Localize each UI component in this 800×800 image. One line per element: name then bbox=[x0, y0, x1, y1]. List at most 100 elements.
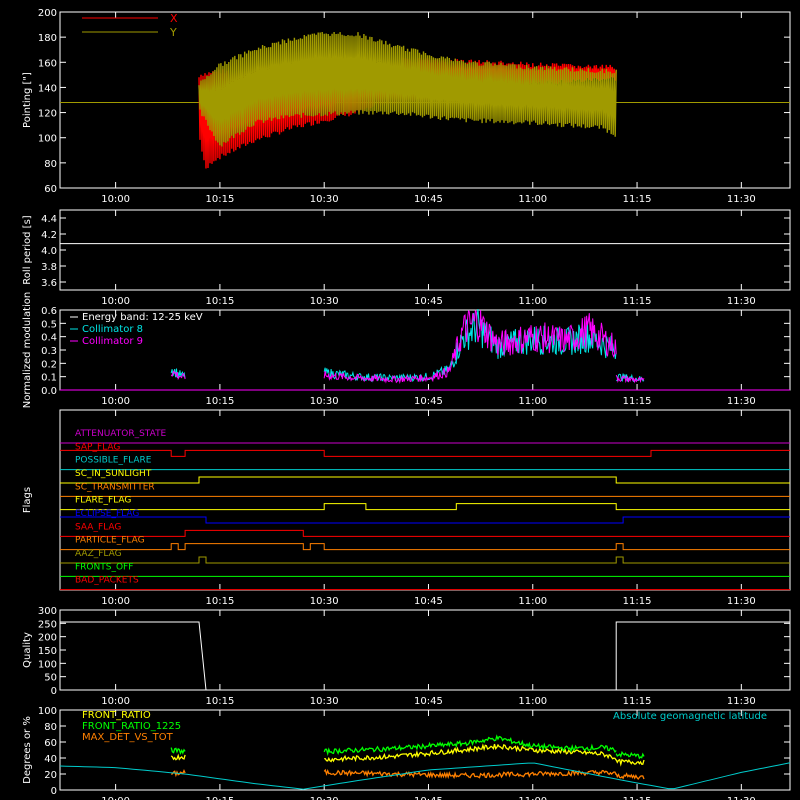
y-tick-label: 0.3 bbox=[41, 346, 57, 357]
flag-trace-sc-in-sunlight bbox=[60, 476, 790, 484]
flag-label-sc-in-sunlight: SC_IN_SUNLIGHT bbox=[75, 469, 152, 479]
y-tick-label: 0 bbox=[51, 686, 57, 697]
panel-flags: 10:00 10:15 10:30 10:45 11:00 11:15 11:30 Flags… bbox=[22, 409, 791, 607]
y-axis-label: Degrees or % bbox=[22, 716, 33, 784]
x-tick-label: 11:15 bbox=[623, 796, 652, 800]
x-tick-label: 10:00 bbox=[101, 194, 130, 205]
x-tick-label: 11:00 bbox=[518, 296, 547, 307]
y-tick-label: 20 bbox=[44, 770, 57, 781]
y-tick-label: 300 bbox=[38, 606, 57, 617]
y-tick-label: 100 bbox=[38, 706, 57, 717]
x-tick-label: 11:00 bbox=[518, 796, 547, 800]
y-tick-label: 80 bbox=[44, 722, 57, 733]
flag-trace-particle-flag bbox=[60, 543, 790, 551]
x-tick-label: 11:30 bbox=[727, 796, 756, 800]
legend-label-y: Y bbox=[169, 26, 177, 39]
x-tick-label: 11:00 bbox=[518, 194, 547, 205]
legend-label-collimator-8: Collimator 8 bbox=[82, 324, 143, 335]
x-tick-label: 10:45 bbox=[414, 596, 443, 607]
x-tick-label: 10:30 bbox=[310, 396, 339, 407]
ratio-front-ratio-segment bbox=[170, 753, 186, 761]
ratio-front-ratio-1225-segment bbox=[170, 747, 186, 756]
y-tick-label: 150 bbox=[38, 646, 57, 657]
y-tick-label: 0.2 bbox=[41, 359, 57, 370]
y-axis-label: Pointing ["] bbox=[22, 72, 33, 128]
y-tick-label: 160 bbox=[38, 58, 57, 69]
x-tick-label: 11:30 bbox=[727, 596, 756, 607]
legend-label-collimator-9: Collimator 9 bbox=[82, 336, 143, 347]
flag-label-sap-flag: SAP_FLAG bbox=[75, 442, 120, 452]
x-tick-label: 11:30 bbox=[727, 396, 756, 407]
x-tick-label: 10:45 bbox=[414, 296, 443, 307]
flag-label-saa-flag: SAA_FLAG bbox=[75, 522, 121, 532]
quality-trace bbox=[60, 621, 790, 691]
x-tick-label: 10:30 bbox=[310, 194, 339, 205]
x-tick-label: 10:15 bbox=[205, 194, 234, 205]
x-tick-label: 10:45 bbox=[414, 396, 443, 407]
x-tick-label: 10:15 bbox=[205, 296, 234, 307]
y-tick-label: 0 bbox=[51, 786, 57, 797]
x-tick-label: 11:15 bbox=[623, 396, 652, 407]
x-tick-label: 10:15 bbox=[205, 796, 234, 800]
flag-label-particle-flag: PARTICLE_FLAG bbox=[75, 536, 145, 546]
x-tick-label: 11:15 bbox=[623, 596, 652, 607]
x-tick-label: 11:15 bbox=[623, 696, 652, 707]
x-tick-label: 11:30 bbox=[727, 194, 756, 205]
legend-label-geomagnetic-latitude: Absolute geomagnetic latitude bbox=[613, 711, 767, 722]
x-tick-label: 10:45 bbox=[414, 796, 443, 800]
flag-label-flare-flag: FLARE_FLAG bbox=[75, 496, 131, 506]
y-tick-label: 0.5 bbox=[41, 319, 57, 330]
flag-label-sc-transmitter: SC_TRANSMITTER bbox=[75, 482, 155, 492]
panel-roll-period: 10:00 10:15 10:30 10:45 11:00 11:15 11:30 Roll … bbox=[22, 209, 791, 307]
flag-label-eclipse-flag: ECLIPSE_FLAG bbox=[75, 509, 139, 519]
y-tick-label: 60 bbox=[44, 184, 57, 195]
y-axis-label: Roll period [s] bbox=[22, 215, 33, 284]
x-tick-label: 10:00 bbox=[101, 596, 130, 607]
flag-label-bad-packets: BAD_PACKETS bbox=[75, 576, 139, 586]
ratio-max-det-vs-tot-segment bbox=[615, 772, 645, 781]
y-tick-label: 200 bbox=[38, 8, 57, 19]
x-tick-label: 11:00 bbox=[518, 396, 547, 407]
y-axis-label: Quality bbox=[22, 632, 33, 668]
y-axis-label: Normalized modulation bbox=[22, 292, 33, 409]
panel-pointing: 10:00 10:15 10:30 10:45 11:00 11:15 11:30 Point… bbox=[22, 8, 791, 205]
x-tick-label: 10:30 bbox=[310, 796, 339, 800]
flag-trace-eclipse-flag bbox=[60, 516, 790, 524]
x-tick-label: 10:00 bbox=[101, 796, 130, 800]
y-tick-label: 4.2 bbox=[41, 230, 57, 241]
y-tick-label: 180 bbox=[38, 33, 57, 44]
flag-trace-flare-flag bbox=[60, 503, 790, 511]
y-tick-label: 200 bbox=[38, 633, 57, 644]
x-tick-label: 10:15 bbox=[205, 396, 234, 407]
x-tick-label: 11:30 bbox=[727, 696, 756, 707]
x-tick-label: 10:00 bbox=[101, 396, 130, 407]
ratio-front-ratio-segment bbox=[615, 758, 645, 767]
plot-frame bbox=[59, 209, 791, 291]
y-tick-label: 0.4 bbox=[41, 333, 57, 344]
ratio-max-det-vs-tot-segment bbox=[323, 768, 617, 780]
x-tick-label: 10:15 bbox=[205, 596, 234, 607]
panel-ratios: 10:00 10:15 10:30 10:45 11:00 11:15 11:30 Degre… bbox=[22, 706, 791, 800]
x-tick-label: 10:15 bbox=[205, 696, 234, 707]
y-tick-label: 50 bbox=[44, 673, 57, 684]
y-tick-label: 80 bbox=[44, 159, 57, 170]
panel-modulation: 10:00 10:15 10:30 10:45 11:00 11:15 11:30 Norma… bbox=[22, 292, 791, 409]
flag-trace-saa-flag bbox=[60, 529, 790, 537]
legend-label-x: X bbox=[170, 12, 178, 25]
y-tick-label: 3.8 bbox=[41, 262, 57, 273]
y-tick-label: 40 bbox=[44, 754, 57, 765]
flag-label-aaz-flag: AAZ_FLAG bbox=[75, 549, 122, 559]
y-tick-label: 0.6 bbox=[41, 306, 57, 317]
y-axis-label: Flags bbox=[22, 487, 33, 513]
x-tick-label: 11:15 bbox=[623, 296, 652, 307]
y-tick-label: 0.1 bbox=[41, 373, 57, 384]
y-tick-label: 250 bbox=[38, 619, 57, 630]
x-tick-label: 10:30 bbox=[310, 296, 339, 307]
flag-trace-aaz-flag bbox=[60, 556, 790, 564]
x-tick-label: 11:15 bbox=[623, 194, 652, 205]
y-tick-label: 100 bbox=[38, 134, 57, 145]
y-tick-label: 140 bbox=[38, 83, 57, 94]
y-tick-label: 0.0 bbox=[41, 386, 57, 397]
flag-label-fronts-off: FRONTS_OFF bbox=[75, 562, 133, 572]
legend-label-max-det-vs-tot: MAX_DET_VS_TOT bbox=[82, 732, 174, 743]
